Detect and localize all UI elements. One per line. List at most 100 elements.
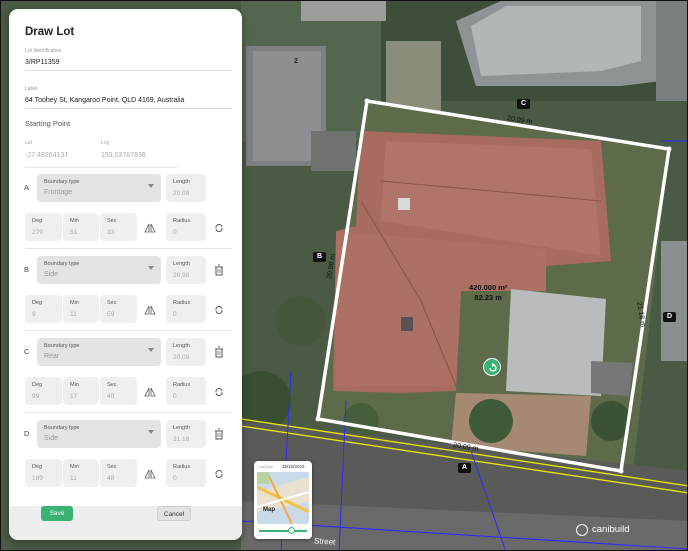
sec-label: Sec [107,218,117,224]
lng-field[interactable]: Lng 153.03767836 [101,140,146,159]
imagery-slider-handle[interactable] [288,527,295,534]
flip-icon[interactable] [144,386,156,398]
panel-title: Draw Lot [25,26,75,38]
draw-lot-panel: Draw Lot Lot Identification 3/RP11359 La… [9,9,242,540]
length-input-c[interactable]: Length 20.09 [166,338,206,366]
boundary-divider [25,248,232,249]
map-thumbnail-image [257,472,309,524]
trash-icon[interactable] [213,264,225,276]
min-input-b[interactable]: Min 11 [63,295,99,323]
deg-input-a[interactable]: Deg 279 [25,213,62,241]
imagery-date-widget[interactable]: Img Date 25/10/2023 Map [254,461,312,539]
rotate-icon [489,363,497,372]
map-thumbnail[interactable] [257,472,309,524]
length-input-d[interactable]: Length 21.18 [166,420,206,448]
length-value: 20.09 [173,190,190,197]
flip-icon[interactable] [144,468,156,480]
rotate-icon[interactable] [213,222,225,234]
deg-label: Deg [32,382,43,388]
radius-label: Radius [173,382,191,388]
length-label: Length [173,179,190,185]
vertex-label-a[interactable]: A [458,463,472,473]
boundary-type-select-a[interactable]: Boundary type Frontage [37,174,161,202]
min-input-c[interactable]: Min 17 [63,377,99,405]
deg-value: 99 [32,393,40,400]
sec-input-d[interactable]: Sec 48 [100,459,137,487]
lng-value[interactable]: 153.03767836 [101,152,146,159]
sec-label: Sec [107,464,117,470]
vertex-label-b[interactable]: B [313,252,327,262]
brand-name: canibuild [592,524,630,535]
min-value: 51 [70,229,78,236]
boundary-divider [25,330,232,331]
vertex-label-c[interactable]: C [517,99,531,109]
deg-input-c[interactable]: Deg 99 [25,377,62,405]
sec-input-a[interactable]: Sec 33 [100,213,137,241]
boundary-type-label: Boundary type [44,261,80,267]
length-label: Length [173,261,190,267]
sec-value: 40 [107,393,115,400]
radius-value: 0 [173,393,177,400]
vertex-label-d[interactable]: D [663,312,677,322]
deg-value: 189 [32,475,43,482]
min-value: 11 [70,475,77,482]
sec-value: 59 [107,311,115,318]
save-button[interactable]: Save [41,506,73,521]
boundary-type-select-d[interactable]: Boundary type Side [37,420,161,448]
sec-input-b[interactable]: Sec 59 [100,295,137,323]
street-label: Street [313,536,336,547]
lng-label: Lng [101,140,110,146]
deg-input-b[interactable]: Deg 9 [25,295,62,323]
rotate-icon[interactable] [213,304,225,316]
sec-input-c[interactable]: Sec 40 [100,377,137,405]
min-input-a[interactable]: Min 51 [63,213,99,241]
boundary-letter-a: A [24,183,30,192]
chevron-down-icon [148,184,154,188]
lot-area-label: 420.000 m² 82.23 m [469,283,507,303]
lot-identification-field[interactable]: Lot Identification 3/RP11359 [25,48,232,71]
boundary-type-value: Rear [44,353,60,360]
deg-value: 9 [32,311,36,318]
cancel-button[interactable]: Cancel [157,506,191,521]
label-field-value[interactable]: 64 Toohey St, Kangaroo Point, QLD 4169, … [25,97,232,108]
boundary-letter-d: D [24,429,30,438]
label-field[interactable]: Label 64 Toohey St, Kangaroo Point, QLD … [25,86,232,109]
flip-icon[interactable] [144,222,156,234]
trash-icon[interactable] [213,346,225,358]
imagery-slider-track[interactable] [259,530,307,532]
radius-input-b[interactable]: Radius 0 [166,295,206,323]
chevron-down-icon [148,348,154,352]
radius-value: 0 [173,311,177,318]
deg-input-d[interactable]: Deg 189 [25,459,62,487]
boundary-type-select-c[interactable]: Boundary type Rear [37,338,161,366]
length-input-b[interactable]: Length 20.98 [166,256,206,284]
radius-input-d[interactable]: Radius 0 [166,459,206,487]
recenter-button[interactable] [483,358,501,376]
chevron-down-icon [148,430,154,434]
radius-input-a[interactable]: Radius 0 [166,213,206,241]
trash-icon[interactable] [213,428,225,440]
label-field-label: Label [25,86,38,92]
boundary-letter-b: B [24,265,30,274]
flip-icon[interactable] [144,304,156,316]
min-value: 11 [70,311,77,318]
sec-value: 33 [107,229,115,236]
radius-value: 0 [173,229,177,236]
radius-input-c[interactable]: Radius 0 [166,377,206,405]
min-input-d[interactable]: Min 11 [63,459,99,487]
boundary-type-value: Side [44,271,59,278]
sec-label: Sec [107,300,117,306]
rotate-icon[interactable] [213,468,225,480]
lat-field[interactable]: Lat -27.48264131 [25,140,68,159]
deg-label: Deg [32,218,43,224]
radius-label: Radius [173,300,191,306]
length-input-a[interactable]: Length 20.09 [166,174,206,202]
boundary-type-select-b[interactable]: Boundary type Side [37,256,161,284]
lot-identification-value[interactable]: 3/RP11359 [25,59,232,70]
rotate-icon[interactable] [213,386,225,398]
boundary-type-label: Boundary type [44,343,80,349]
min-label: Min [70,300,79,306]
lat-value[interactable]: -27.48264131 [25,152,68,159]
radius-label: Radius [173,218,191,224]
min-value: 17 [70,393,78,400]
